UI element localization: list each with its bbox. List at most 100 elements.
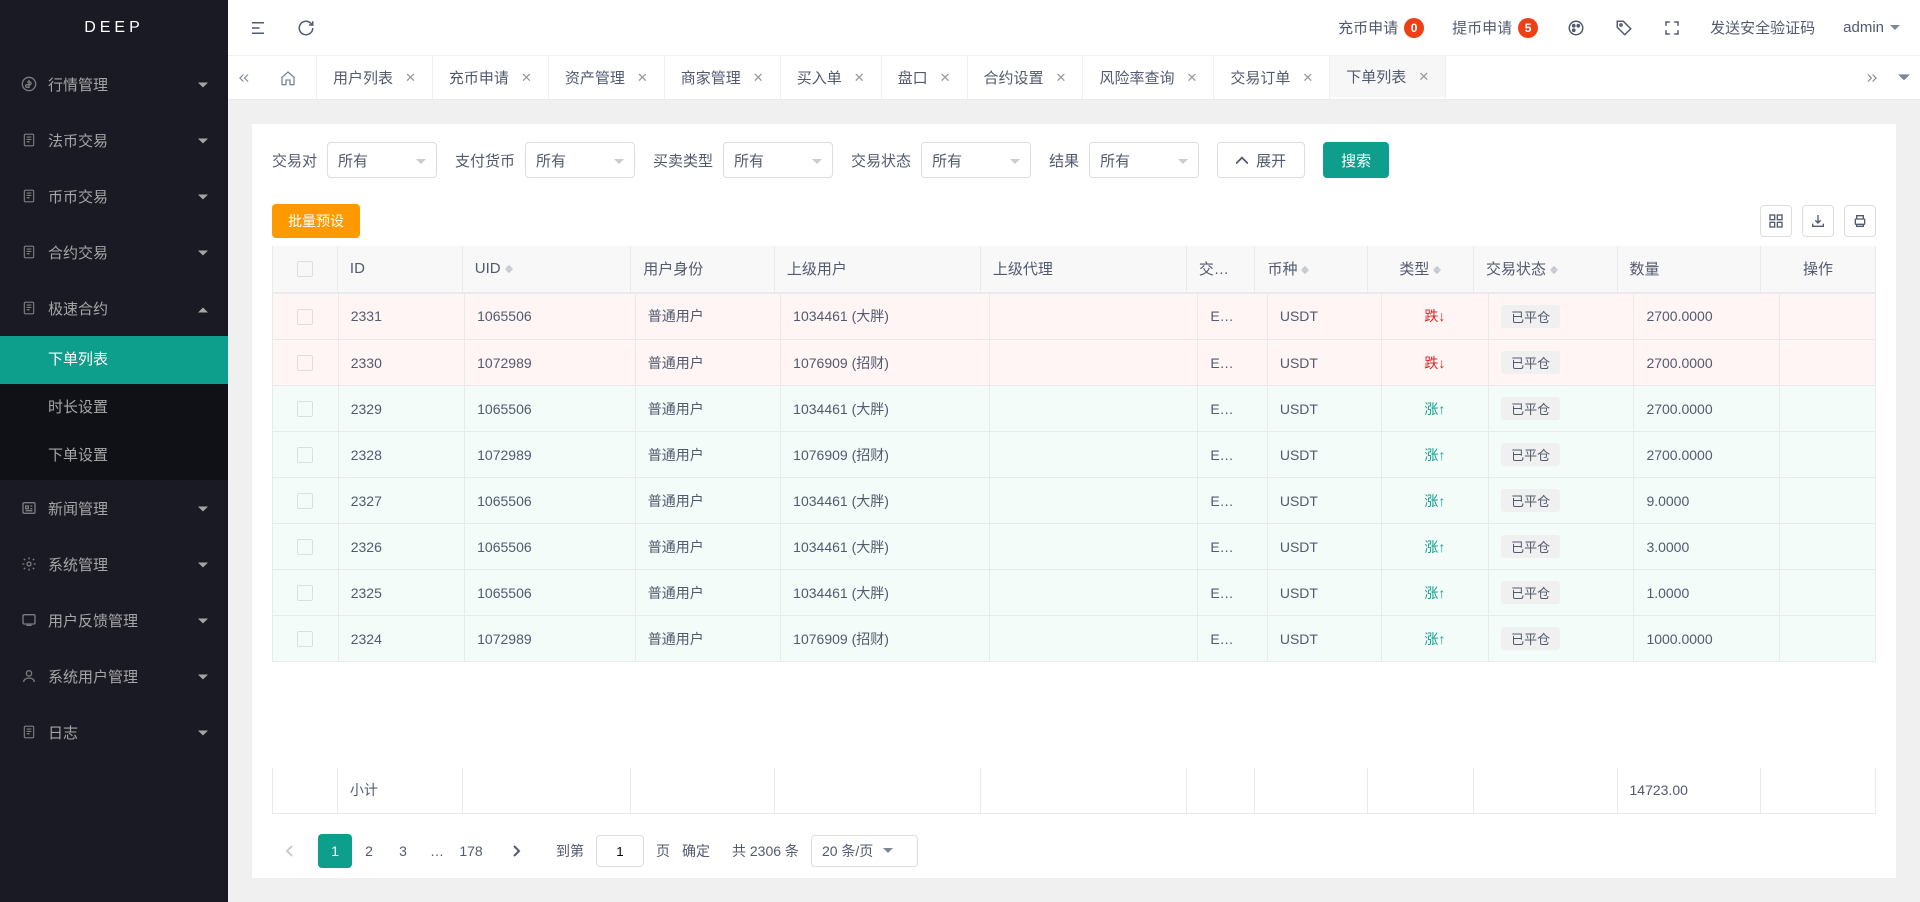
tabs-scroll-right[interactable] xyxy=(1856,56,1888,99)
filter-result-select[interactable]: 所有 xyxy=(1089,142,1199,178)
row-checkbox[interactable] xyxy=(273,386,339,432)
page-number[interactable]: 2 xyxy=(352,834,386,868)
filter-status-select[interactable]: 所有 xyxy=(921,142,1031,178)
submenu-item-order-settings[interactable]: 下单设置 xyxy=(0,432,228,480)
tab-item[interactable]: 用户列表✕ xyxy=(317,56,433,99)
menu-item-fiat[interactable]: 法币交易 xyxy=(0,112,228,168)
tab-item[interactable]: 商家管理✕ xyxy=(665,56,781,99)
next-page-button[interactable] xyxy=(500,834,534,868)
col-parent-agent[interactable]: 上级代理 xyxy=(980,246,1186,292)
menu-item-contract[interactable]: 合约交易 xyxy=(0,224,228,280)
filter-buysell-select[interactable]: 所有 xyxy=(723,142,833,178)
user-menu[interactable]: admin xyxy=(1843,19,1900,36)
menu-item-users[interactable]: 系统用户管理 xyxy=(0,648,228,704)
table-body-scroll[interactable]: 23311065506普通用户1034461 (大胖)E…USDT跌↓已平仓27… xyxy=(272,293,1876,748)
search-button[interactable]: 搜索 xyxy=(1323,142,1389,178)
print-icon[interactable] xyxy=(1844,205,1876,237)
menu-item-quotes[interactable]: 行情管理 xyxy=(0,56,228,112)
menu-item-spot[interactable]: 币币交易 xyxy=(0,168,228,224)
col-uid[interactable]: UID xyxy=(462,246,631,292)
col-ops[interactable]: 操作 xyxy=(1761,246,1876,292)
menu-item-fast-contract[interactable]: 极速合约 xyxy=(0,280,228,336)
row-checkbox[interactable] xyxy=(273,616,339,662)
batch-preset-button[interactable]: 批量预设 xyxy=(272,204,360,238)
collapse-sidebar-icon[interactable] xyxy=(248,18,268,38)
tab-item[interactable]: 充币申请✕ xyxy=(433,56,549,99)
tab-item[interactable]: 盘口✕ xyxy=(882,56,968,99)
goto-confirm-button[interactable]: 确定 xyxy=(682,841,710,861)
cell-status: 已平仓 xyxy=(1489,524,1634,570)
menu-item-logs[interactable]: 日志 xyxy=(0,704,228,760)
row-checkbox[interactable] xyxy=(273,524,339,570)
page-number[interactable]: 1 xyxy=(318,834,352,868)
col-pair[interactable]: 交… xyxy=(1186,246,1255,292)
close-icon[interactable]: ✕ xyxy=(1302,71,1313,84)
expand-button[interactable]: 展开 xyxy=(1217,142,1305,178)
close-icon[interactable]: ✕ xyxy=(1186,71,1197,84)
tab-item[interactable]: 交易订单✕ xyxy=(1214,56,1330,99)
table-row[interactable]: 23261065506普通用户1034461 (大胖)E…USDT涨↑已平仓3.… xyxy=(273,524,1876,570)
close-icon[interactable]: ✕ xyxy=(940,71,951,84)
submenu-item-duration[interactable]: 时长设置 xyxy=(0,384,228,432)
close-icon[interactable]: ✕ xyxy=(1056,71,1067,84)
page-number[interactable]: 3 xyxy=(386,834,420,868)
tabs-scroll-left[interactable] xyxy=(228,56,260,99)
tabs-dropdown[interactable] xyxy=(1888,56,1920,99)
table-row[interactable]: 23271065506普通用户1034461 (大胖)E…USDT涨↑已平仓9.… xyxy=(273,478,1876,524)
tab-item[interactable]: 风险率查询✕ xyxy=(1083,56,1214,99)
menu-item-feedback[interactable]: 用户反馈管理 xyxy=(0,592,228,648)
tag-icon[interactable] xyxy=(1614,18,1634,38)
close-icon[interactable]: ✕ xyxy=(753,71,764,84)
theme-icon[interactable] xyxy=(1566,18,1586,38)
prev-page-button[interactable] xyxy=(272,834,306,868)
cell-status: 已平仓 xyxy=(1489,432,1634,478)
menu-item-news[interactable]: 新闻管理 xyxy=(0,480,228,536)
col-type[interactable]: 类型 xyxy=(1367,246,1473,292)
col-currency[interactable]: 币种 xyxy=(1255,246,1367,292)
tab-home[interactable] xyxy=(260,56,317,99)
horizontal-scrollbar[interactable] xyxy=(272,748,1876,768)
tab-item[interactable]: 合约设置✕ xyxy=(968,56,1084,99)
row-checkbox[interactable] xyxy=(273,432,339,478)
filter-paycurrency-select[interactable]: 所有 xyxy=(525,142,635,178)
row-checkbox[interactable] xyxy=(273,294,339,340)
refresh-icon[interactable] xyxy=(296,18,316,38)
close-icon[interactable]: ✕ xyxy=(405,71,416,84)
col-checkbox[interactable] xyxy=(273,246,338,292)
close-icon[interactable]: ✕ xyxy=(637,71,648,84)
export-icon[interactable] xyxy=(1802,205,1834,237)
row-checkbox[interactable] xyxy=(273,340,339,386)
page-size-select[interactable]: 20 条/页 xyxy=(811,835,918,867)
submenu-item-order-list[interactable]: 下单列表 xyxy=(0,336,228,384)
send-security-code-link[interactable]: 发送安全验证码 xyxy=(1710,17,1815,38)
col-status[interactable]: 交易状态 xyxy=(1473,246,1617,292)
table-row[interactable]: 23301072989普通用户1076909 (招财)E…USDT跌↓已平仓27… xyxy=(273,340,1876,386)
table-row[interactable]: 23311065506普通用户1034461 (大胖)E…USDT跌↓已平仓27… xyxy=(273,294,1876,340)
row-checkbox[interactable] xyxy=(273,570,339,616)
fullscreen-icon[interactable] xyxy=(1662,18,1682,38)
table-row[interactable]: 23241072989普通用户1076909 (招财)E…USDT涨↑已平仓10… xyxy=(273,616,1876,662)
columns-icon[interactable] xyxy=(1760,205,1792,237)
close-icon[interactable]: ✕ xyxy=(1418,70,1429,83)
tab-item[interactable]: 资产管理✕ xyxy=(549,56,665,99)
close-icon[interactable]: ✕ xyxy=(521,71,532,84)
goto-input[interactable] xyxy=(596,835,644,867)
row-checkbox[interactable] xyxy=(273,478,339,524)
menu-item-system[interactable]: 系统管理 xyxy=(0,536,228,592)
col-id[interactable]: ID xyxy=(337,246,462,292)
table-row[interactable]: 23251065506普通用户1034461 (大胖)E…USDT涨↑已平仓1.… xyxy=(273,570,1876,616)
table-row[interactable]: 23291065506普通用户1034461 (大胖)E…USDT涨↑已平仓27… xyxy=(273,386,1876,432)
table-row[interactable]: 23281072989普通用户1076909 (招财)E…USDT涨↑已平仓27… xyxy=(273,432,1876,478)
tabs-bar: 用户列表✕充币申请✕资产管理✕商家管理✕买入单✕盘口✕合约设置✕风险率查询✕交易… xyxy=(228,56,1920,100)
withdraw-request-link[interactable]: 提币申请 5 xyxy=(1452,17,1538,38)
deposit-request-link[interactable]: 充币申请 0 xyxy=(1338,17,1424,38)
col-identity[interactable]: 用户身份 xyxy=(631,246,775,292)
subtotal-label: 小计 xyxy=(337,768,462,814)
tab-item[interactable]: 买入单✕ xyxy=(781,56,882,99)
tab-item[interactable]: 下单列表✕ xyxy=(1330,56,1446,99)
close-icon[interactable]: ✕ xyxy=(854,71,865,84)
col-qty[interactable]: 数量 xyxy=(1617,246,1761,292)
page-number[interactable]: 178 xyxy=(454,834,488,868)
col-parent-user[interactable]: 上级用户 xyxy=(774,246,980,292)
filter-pair-select[interactable]: 所有 xyxy=(327,142,437,178)
